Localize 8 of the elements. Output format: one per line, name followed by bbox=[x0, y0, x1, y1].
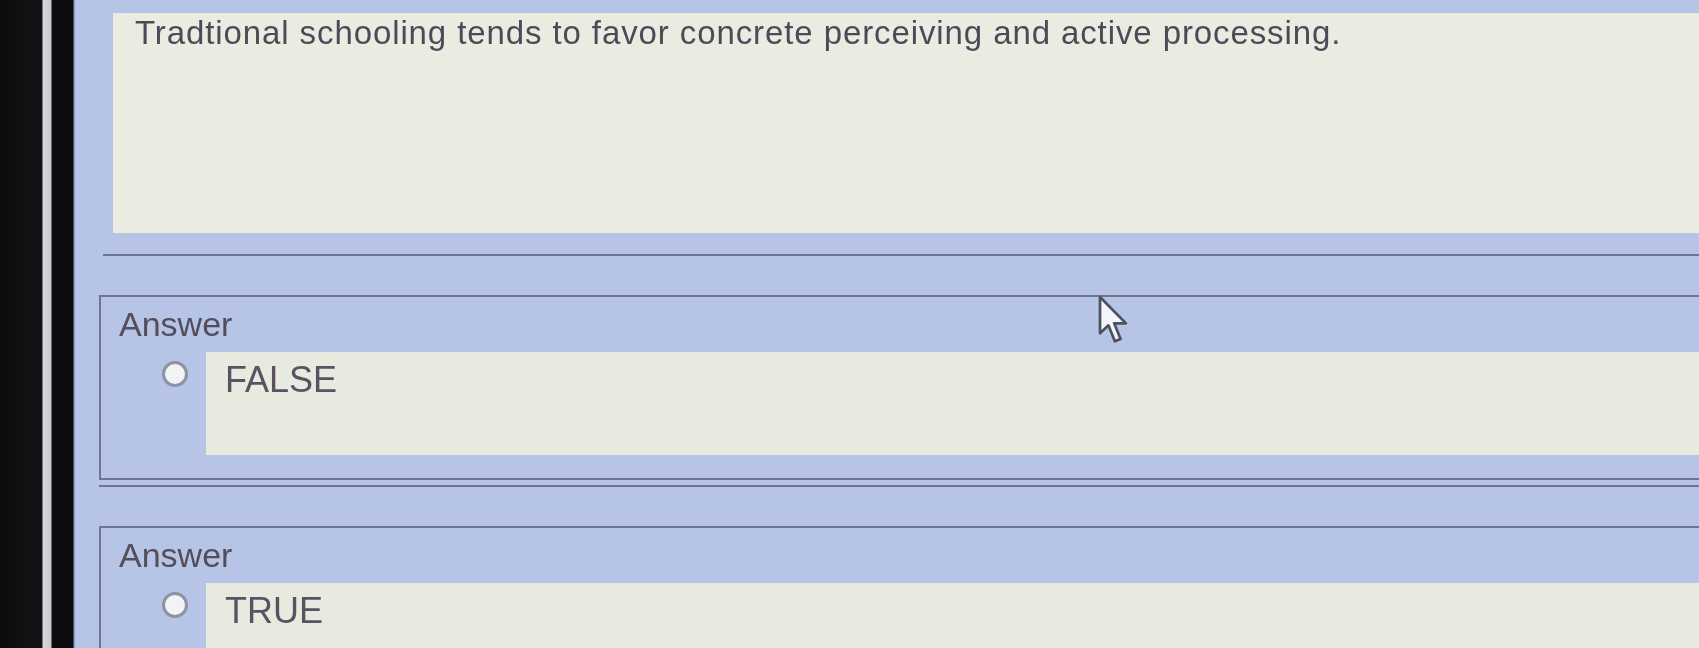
answer-option[interactable]: FALSE bbox=[206, 352, 1699, 455]
answer-label: Answer bbox=[119, 305, 233, 344]
answer-label: Answer bbox=[119, 536, 233, 575]
radio-button[interactable] bbox=[162, 592, 188, 618]
mouse-pointer-icon bbox=[1098, 295, 1130, 345]
answer-option[interactable]: TRUE bbox=[206, 583, 1699, 648]
question-text: Tradtional schooling tends to favor concrete perceiving and active processing. bbox=[135, 14, 1343, 52]
radio-button[interactable] bbox=[162, 361, 188, 387]
